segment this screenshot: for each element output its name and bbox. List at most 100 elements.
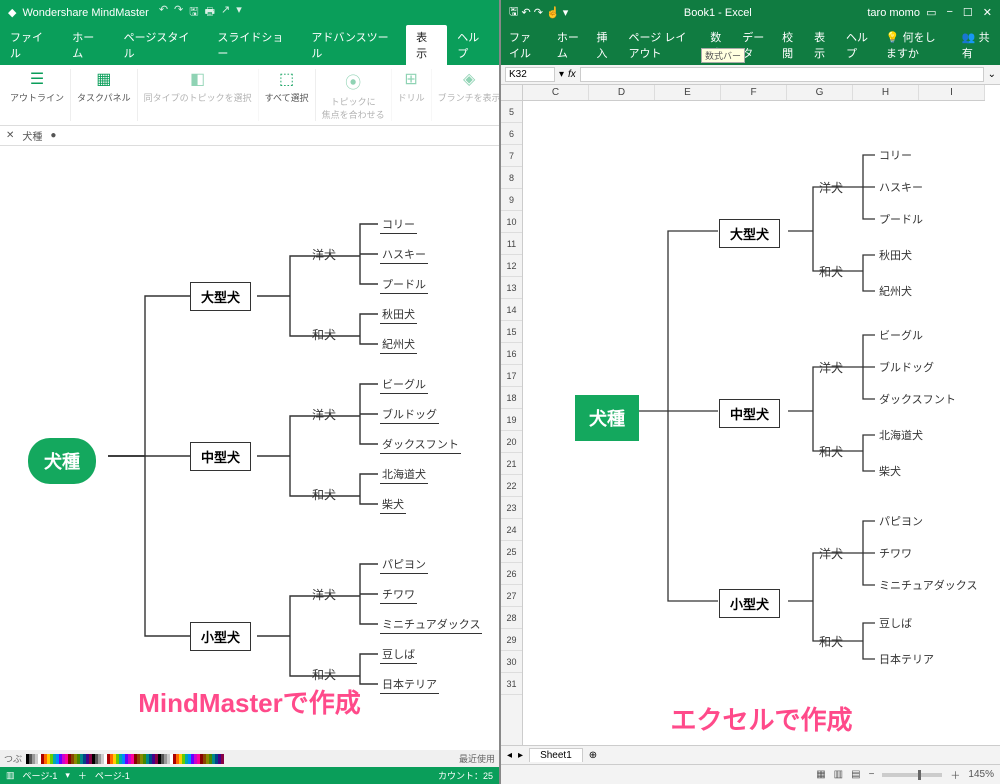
redo-icon[interactable]: ↷ <box>534 6 543 19</box>
leaf[interactable]: 秋田犬 <box>380 306 417 324</box>
node-big[interactable]: 大型犬 <box>719 219 780 248</box>
row-header[interactable]: 28 <box>501 607 522 629</box>
ribbon-アウトライン[interactable]: ☰アウトライン <box>4 69 71 121</box>
leaf[interactable]: 柴犬 <box>380 496 406 514</box>
xl-menu-item[interactable]: ヘルプ <box>838 25 878 65</box>
mm-menu-item[interactable]: スライドショー <box>207 25 301 65</box>
row-header[interactable]: 18 <box>501 387 522 409</box>
zoom-slider[interactable] <box>882 773 942 777</box>
col-header[interactable]: D <box>589 85 655 100</box>
leaf[interactable]: ハスキー <box>877 179 925 196</box>
node-mid[interactable]: 中型犬 <box>190 442 251 471</box>
dropdown-icon[interactable]: ▾ <box>236 3 242 22</box>
row-header[interactable]: 17 <box>501 365 522 387</box>
node-small[interactable]: 小型犬 <box>719 589 780 618</box>
mm-menu-item[interactable]: ファイル <box>0 25 62 65</box>
row-header[interactable]: 20 <box>501 431 522 453</box>
leaf[interactable]: ミニチュアダックス <box>877 577 979 594</box>
row-header[interactable]: 26 <box>501 563 522 585</box>
save-icon[interactable]: 🖫 <box>189 3 198 22</box>
col-header[interactable]: H <box>853 85 919 100</box>
expand-formula-icon[interactable]: ⌄ <box>988 69 996 80</box>
view-pagelayout-icon[interactable]: ▥ <box>834 769 843 780</box>
pager-dropdown-icon[interactable]: ▾ <box>65 770 70 781</box>
mm-menu-item[interactable]: アドバンスツール <box>301 25 406 65</box>
undo-icon[interactable]: ↶ <box>521 6 530 19</box>
ribbon-options-icon[interactable]: ▭ <box>926 6 936 19</box>
row-header[interactable]: 5 <box>501 101 522 123</box>
leaf[interactable]: パピヨン <box>877 513 925 530</box>
zoom-out-icon[interactable]: − <box>869 769 875 780</box>
mm-menu-item[interactable]: ホーム <box>62 25 113 65</box>
pager-dropdown[interactable]: ページ-1 <box>23 769 58 782</box>
node-origin[interactable]: 洋犬 <box>312 246 336 263</box>
node-origin[interactable]: 洋犬 <box>819 179 843 196</box>
share-button[interactable]: 👥 共有 <box>954 25 1000 65</box>
xl-menu-item[interactable]: ページ レイアウト <box>620 25 702 65</box>
col-header[interactable]: C <box>523 85 589 100</box>
leaf[interactable]: プードル <box>380 276 428 294</box>
leaf[interactable]: ダックスフント <box>380 436 461 454</box>
row-header[interactable]: 11 <box>501 233 522 255</box>
xl-menu-item[interactable]: 表示 <box>806 25 838 65</box>
leaf[interactable]: 北海道犬 <box>877 427 925 444</box>
undo-icon[interactable]: ↶ <box>159 3 168 22</box>
row-header[interactable]: 31 <box>501 673 522 695</box>
formula-input[interactable] <box>580 67 984 82</box>
leaf[interactable]: ブルドッグ <box>877 359 936 376</box>
row-header[interactable]: 16 <box>501 343 522 365</box>
leaf[interactable]: コリー <box>380 216 417 234</box>
row-header[interactable]: 14 <box>501 299 522 321</box>
leaf[interactable]: 豆しば <box>877 615 914 632</box>
row-header[interactable]: 29 <box>501 629 522 651</box>
mm-menu-item[interactable]: ページスタイル <box>114 25 208 65</box>
zoom-in-icon[interactable]: ＋ <box>950 767 960 782</box>
leaf[interactable]: パピヨン <box>380 556 428 574</box>
mm-menu-item[interactable]: 表示 <box>406 25 447 65</box>
zoom-level[interactable]: 145% <box>968 769 994 780</box>
xl-menu-item[interactable]: 校閲 <box>774 25 806 65</box>
color-palette[interactable] <box>26 754 224 764</box>
leaf[interactable]: チワワ <box>877 545 914 562</box>
row-header[interactable]: 19 <box>501 409 522 431</box>
leaf[interactable]: 紀州犬 <box>877 283 914 300</box>
leaf[interactable]: 日本テリア <box>877 651 936 668</box>
root-node[interactable]: 犬種 <box>28 438 96 484</box>
xl-menu-item[interactable]: 挿入 <box>589 25 621 65</box>
col-header[interactable]: E <box>655 85 721 100</box>
leaf[interactable]: 豆しば <box>380 646 417 664</box>
pager-add-icon[interactable]: ＋ <box>78 769 87 782</box>
document-tab[interactable]: 犬種 <box>22 128 42 143</box>
row-header[interactable]: 24 <box>501 519 522 541</box>
node-origin[interactable]: 和犬 <box>312 486 336 503</box>
minimize-icon[interactable]: − <box>946 6 952 19</box>
mm-canvas[interactable]: 犬種 大型犬 中型犬 小型犬 洋犬 和犬 洋犬 和犬 洋犬 和犬 コリー ハスキ… <box>0 146 499 750</box>
node-small[interactable]: 小型犬 <box>190 622 251 651</box>
layout-icon[interactable]: ▥ <box>6 770 15 781</box>
save-icon[interactable]: 🖫 <box>509 3 518 22</box>
tell-me[interactable]: 💡 何をしますか <box>878 25 954 65</box>
node-origin[interactable]: 和犬 <box>819 633 843 650</box>
select-all-corner[interactable] <box>501 85 523 101</box>
mm-menu-item[interactable]: ヘルプ <box>447 25 499 65</box>
row-header[interactable]: 30 <box>501 651 522 673</box>
touch-icon[interactable]: ☝ <box>546 6 560 19</box>
leaf[interactable]: 北海道犬 <box>380 466 428 484</box>
row-headers[interactable]: 5678910111213141516171819202122232425262… <box>501 101 523 745</box>
export-icon[interactable]: ↗ <box>221 3 230 22</box>
pager-current[interactable]: ページ-1 <box>95 769 130 782</box>
leaf[interactable]: チワワ <box>380 586 417 604</box>
node-origin[interactable]: 洋犬 <box>312 406 336 423</box>
view-normal-icon[interactable]: ▦ <box>816 769 825 780</box>
leaf[interactable]: ダックスフント <box>877 391 958 408</box>
ribbon-すべて選択[interactable]: ⬚すべて選択 <box>259 69 316 121</box>
row-header[interactable]: 22 <box>501 475 522 497</box>
row-header[interactable]: 10 <box>501 211 522 233</box>
leaf[interactable]: ビーグル <box>877 327 925 344</box>
redo-icon[interactable]: ↷ <box>174 3 183 22</box>
node-origin[interactable]: 和犬 <box>312 666 336 683</box>
nav-first-icon[interactable]: ◂ <box>507 750 512 761</box>
col-header[interactable]: G <box>787 85 853 100</box>
row-header[interactable]: 23 <box>501 497 522 519</box>
leaf[interactable]: プードル <box>877 211 925 228</box>
